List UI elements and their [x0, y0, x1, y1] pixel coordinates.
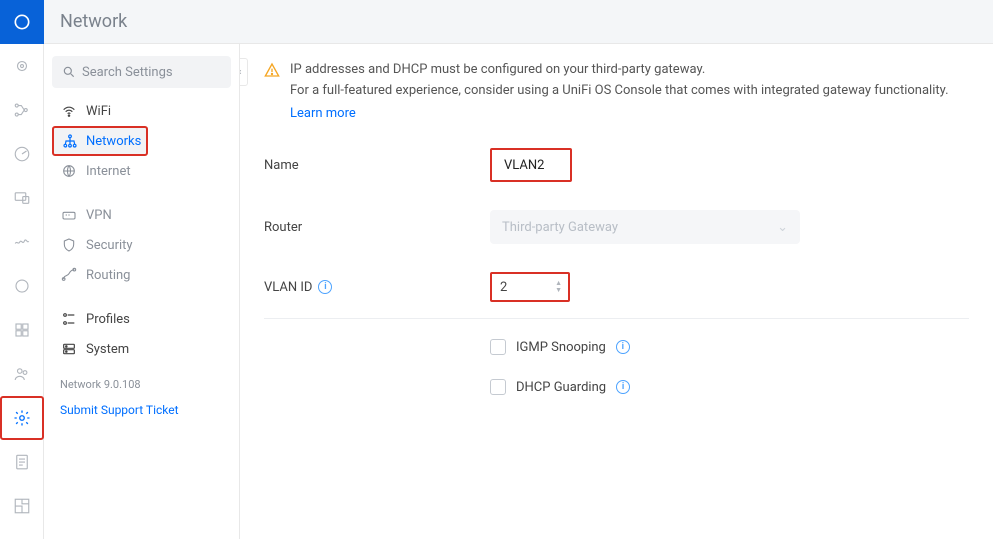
system-icon [60, 341, 78, 357]
router-select: Third-party Gateway ⌄ [490, 210, 800, 244]
rail-layers-icon[interactable] [0, 308, 44, 352]
rail-floorplan-icon[interactable] [0, 484, 44, 528]
info-icon[interactable]: i [616, 380, 630, 394]
rail-stats-icon[interactable] [0, 220, 44, 264]
sidebar-item-routing[interactable]: Routing [52, 260, 231, 290]
sidebar-item-label: Profiles [86, 312, 130, 327]
igmp-label: IGMP Snooping [516, 340, 606, 355]
rail-clients-icon[interactable] [0, 44, 44, 88]
rail-topology-icon[interactable] [0, 88, 44, 132]
warning-notice: IP addresses and DHCP must be configured… [264, 60, 969, 124]
routing-icon [60, 267, 78, 283]
stepper-icon[interactable]: ▲▼ [555, 280, 562, 294]
sidebar-item-label: Networks [86, 134, 141, 149]
profiles-icon [60, 311, 78, 327]
chevron-down-icon: ⌄ [777, 220, 788, 235]
sidebar-item-internet[interactable]: Internet [52, 156, 231, 186]
search-placeholder: Search Settings [82, 65, 173, 80]
search-input-wrap[interactable]: Search Settings [52, 56, 231, 88]
warning-icon [264, 62, 280, 124]
rail-device-icon[interactable] [0, 176, 44, 220]
shield-icon [60, 237, 78, 253]
rail-globe-icon[interactable] [0, 264, 44, 308]
vlan-label: VLAN ID [264, 280, 312, 295]
sidebar-item-label: Internet [86, 164, 131, 179]
sidebar-item-profiles[interactable]: Profiles [52, 304, 231, 334]
dhcp-row[interactable]: DHCP Guarding i [490, 379, 969, 395]
globe-icon [60, 163, 78, 179]
network-icon [62, 133, 78, 149]
router-value: Third-party Gateway [502, 220, 618, 235]
sidebar-item-label: WiFi [86, 104, 111, 119]
sidebar-item-label: Routing [86, 268, 130, 283]
sidebar-item-networks[interactable]: Networks [52, 126, 148, 156]
vlan-value: 2 [500, 280, 507, 295]
wifi-icon [60, 103, 78, 119]
sidebar-item-wifi[interactable]: WiFi [52, 96, 231, 126]
rail-settings-icon[interactable] [0, 396, 44, 440]
support-ticket-link[interactable]: Submit Support Ticket [52, 399, 231, 421]
igmp-row[interactable]: IGMP Snooping i [490, 339, 969, 355]
vpn-icon [60, 207, 78, 223]
sidebar-item-label: System [86, 342, 129, 357]
notice-line1: IP addresses and DHCP must be configured… [290, 62, 705, 77]
dhcp-checkbox[interactable] [490, 379, 506, 395]
page-header: Network [44, 0, 993, 44]
divider [264, 318, 969, 319]
rail-users-icon[interactable] [0, 352, 44, 396]
router-label: Router [264, 220, 490, 235]
search-icon [62, 65, 76, 79]
sidebar-item-label: VPN [86, 208, 112, 223]
dhcp-label: DHCP Guarding [516, 380, 606, 395]
version-text: Network 9.0.108 [52, 370, 231, 399]
app-logo[interactable] [0, 0, 44, 44]
rail-radar-icon[interactable] [0, 132, 44, 176]
learn-more-link[interactable]: Learn more [290, 104, 949, 125]
page-title: Network [60, 11, 127, 32]
sidebar-item-vpn[interactable]: VPN [52, 200, 231, 230]
info-icon[interactable]: i [616, 340, 630, 354]
name-label: Name [264, 158, 490, 173]
info-icon[interactable]: i [318, 280, 332, 294]
sidebar-item-security[interactable]: Security [52, 230, 231, 260]
name-input[interactable] [490, 148, 572, 182]
igmp-checkbox[interactable] [490, 339, 506, 355]
vlan-id-input[interactable]: 2 ▲▼ [490, 272, 570, 302]
sidebar-item-label: Security [86, 238, 133, 253]
notice-line2: For a full-featured experience, consider… [290, 83, 949, 98]
sidebar-item-system[interactable]: System [52, 334, 231, 364]
rail-log-icon[interactable] [0, 440, 44, 484]
